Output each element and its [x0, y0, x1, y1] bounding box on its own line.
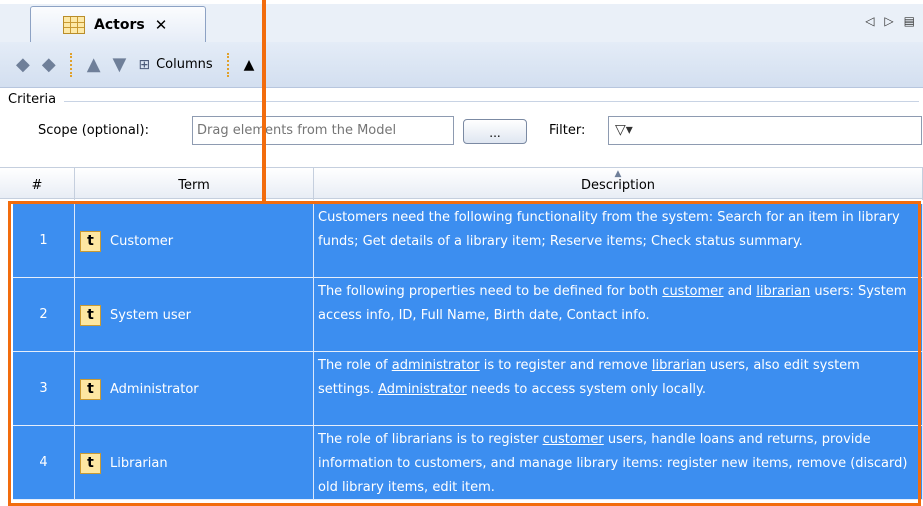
- table-row[interactable]: 4 t Librarian The role of librarians is to …: [13, 426, 923, 500]
- description-text: Customers need the following functionali…: [318, 210, 900, 249]
- scroll-left-icon[interactable]: ◁: [865, 14, 874, 28]
- description-link[interactable]: customer: [662, 284, 723, 299]
- table-row[interactable]: 3 t Administrator The role of administrator…: [13, 352, 923, 426]
- description-cell[interactable]: The role of administrator is to register…: [314, 352, 923, 426]
- tab-actors[interactable]: Actors ✕: [30, 6, 206, 42]
- toolbar-separator: [226, 52, 230, 77]
- term-label: Librarian: [110, 455, 168, 471]
- term-icon: t: [80, 230, 101, 252]
- column-header-term[interactable]: Term: [75, 168, 314, 200]
- description-link[interactable]: customer: [543, 432, 604, 447]
- toolbar: ◆ ◆ ▲ ▼ ⊞ Columns ▲: [0, 42, 923, 88]
- scope-input[interactable]: [192, 116, 454, 145]
- move-down-icon[interactable]: ▼: [109, 52, 131, 78]
- row-number: 4: [13, 426, 75, 500]
- highlight-pointer-line: [262, 0, 266, 204]
- description-link[interactable]: librarian: [652, 358, 706, 373]
- description-cell[interactable]: Customers need the following functionali…: [314, 204, 923, 278]
- row-number: 2: [13, 278, 75, 352]
- columns-label: Columns: [156, 57, 213, 72]
- description-cell[interactable]: The following properties need to be defi…: [314, 278, 923, 352]
- filter-field[interactable]: ▽▾: [608, 116, 922, 145]
- table-header: # Term ▲ Description: [0, 167, 923, 200]
- term-cell[interactable]: t Librarian: [75, 426, 314, 500]
- tab-list-icon[interactable]: ▤: [904, 14, 915, 28]
- description-cell[interactable]: The role of librarians is to register cu…: [314, 426, 923, 500]
- scope-label: Scope (optional):: [38, 123, 149, 138]
- sort-ascending-icon: ▲: [614, 169, 622, 179]
- term-icon: t: [80, 304, 101, 326]
- term-label: Administrator: [110, 381, 199, 397]
- description-text: The role of librarians is to register: [318, 432, 543, 447]
- term-cell[interactable]: t Customer: [75, 204, 314, 278]
- filter-label: Filter:: [549, 123, 586, 138]
- scroll-right-icon[interactable]: ▷: [884, 14, 893, 28]
- back-arrow-icon[interactable]: ◆: [12, 52, 34, 78]
- description-text: is to register and remove: [479, 358, 652, 373]
- column-header-number[interactable]: #: [0, 168, 75, 200]
- toolbar-separator: [69, 52, 73, 77]
- table-icon: [63, 15, 85, 34]
- browse-button[interactable]: ...: [463, 119, 527, 144]
- term-icon: t: [80, 378, 101, 400]
- filter-icon[interactable]: ▽▾: [615, 122, 633, 138]
- close-icon[interactable]: ✕: [155, 16, 168, 34]
- description-link[interactable]: administrator: [392, 358, 480, 373]
- description-link[interactable]: librarian: [756, 284, 810, 299]
- description-text: and: [723, 284, 757, 299]
- collapse-icon[interactable]: ▲: [240, 52, 259, 78]
- tab-tools: ◁ ▷ ▤: [865, 14, 915, 28]
- table-row[interactable]: 1 t Customer Customers need the following f…: [13, 204, 923, 278]
- criteria-divider: [64, 101, 919, 102]
- description-text: The following properties need to be defi…: [318, 284, 663, 299]
- term-label: System user: [110, 307, 191, 323]
- term-icon: t: [80, 452, 101, 474]
- tab-strip: Actors ✕ ◁ ▷ ▤: [0, 0, 923, 42]
- row-number: 3: [13, 352, 75, 426]
- description-link[interactable]: Administrator: [378, 382, 467, 397]
- columns-icon: ⊞: [138, 56, 151, 73]
- move-up-icon[interactable]: ▲: [83, 52, 105, 78]
- description-text: The role of: [318, 358, 392, 373]
- criteria-panel: Criteria Scope (optional): ... Filter: ▽…: [4, 88, 922, 162]
- term-cell[interactable]: t Administrator: [75, 352, 314, 426]
- term-label: Customer: [110, 233, 174, 249]
- table-body: 1 t Customer Customers need the following f…: [13, 204, 923, 500]
- columns-button[interactable]: ⊞ Columns: [134, 52, 216, 78]
- column-header-description[interactable]: ▲ Description: [314, 168, 923, 200]
- table-row[interactable]: 2 t System user The following properties ne…: [13, 278, 923, 352]
- column-header-description-label: Description: [580, 178, 656, 193]
- forward-arrow-icon[interactable]: ◆: [38, 52, 60, 78]
- actors-table: # Term ▲ Description 1 t Customer Customers…: [0, 167, 923, 506]
- row-number: 1: [13, 204, 75, 278]
- term-cell[interactable]: t System user: [75, 278, 314, 352]
- tab-title: Actors: [94, 16, 145, 33]
- criteria-legend: Criteria: [8, 92, 61, 107]
- description-text: needs to access system only locally.: [466, 382, 707, 397]
